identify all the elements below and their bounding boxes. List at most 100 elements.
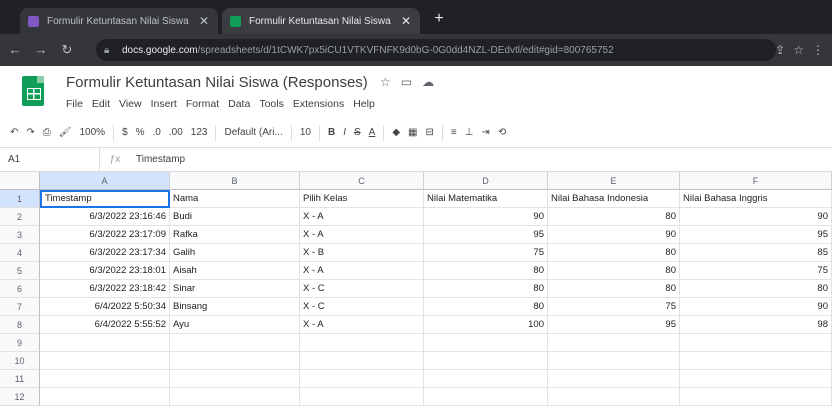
table-cell[interactable]: 75 xyxy=(548,298,680,316)
align-vertical-icon[interactable]: ⊥ xyxy=(465,127,474,138)
table-cell[interactable] xyxy=(548,334,680,352)
table-cell[interactable]: 95 xyxy=(424,226,548,244)
sheets-logo-icon[interactable] xyxy=(22,76,44,106)
table-cell[interactable]: X - C xyxy=(300,280,424,298)
menu-format[interactable]: Format xyxy=(186,98,219,110)
move-folder-icon[interactable]: ▭ xyxy=(401,75,412,89)
table-cell[interactable]: 6/3/2022 23:16:46 xyxy=(40,208,170,226)
table-cell[interactable]: X - A xyxy=(300,226,424,244)
table-cell[interactable] xyxy=(300,334,424,352)
header-cell[interactable]: Nilai Bahasa Inggris xyxy=(680,190,832,208)
table-cell[interactable]: 6/4/2022 5:50:34 xyxy=(40,298,170,316)
menu-data[interactable]: Data xyxy=(228,98,250,110)
row-header-9[interactable]: 9 xyxy=(0,334,40,352)
row-header-3[interactable]: 3 xyxy=(0,226,40,244)
row-header-1[interactable]: 1 xyxy=(0,190,40,208)
table-cell[interactable]: Budi xyxy=(170,208,300,226)
table-cell[interactable]: 80 xyxy=(548,244,680,262)
paint-format-icon[interactable]: 🖌︎ xyxy=(59,127,72,138)
header-cell[interactable]: Nama xyxy=(170,190,300,208)
header-cell[interactable]: Pilih Kelas xyxy=(300,190,424,208)
table-cell[interactable]: 6/3/2022 23:18:42 xyxy=(40,280,170,298)
text-wrap-icon[interactable]: ⇥ xyxy=(481,127,489,138)
column-header-d[interactable]: D xyxy=(424,172,548,190)
table-cell[interactable]: 90 xyxy=(680,208,832,226)
row-header-11[interactable]: 11 xyxy=(0,370,40,388)
row-header-2[interactable]: 2 xyxy=(0,208,40,226)
table-cell[interactable] xyxy=(300,370,424,388)
row-header-7[interactable]: 7 xyxy=(0,298,40,316)
table-cell[interactable] xyxy=(40,388,170,406)
select-all-corner[interactable] xyxy=(0,172,40,190)
fill-color-icon[interactable]: ◆ xyxy=(392,127,400,138)
table-cell[interactable]: Galih xyxy=(170,244,300,262)
table-cell[interactable] xyxy=(40,352,170,370)
menu-edit[interactable]: Edit xyxy=(92,98,110,110)
row-header-12[interactable]: 12 xyxy=(0,388,40,406)
table-cell[interactable] xyxy=(548,388,680,406)
row-header-4[interactable]: 4 xyxy=(0,244,40,262)
table-cell[interactable]: 80 xyxy=(424,298,548,316)
table-cell[interactable]: 98 xyxy=(680,316,832,334)
column-header-f[interactable]: F xyxy=(680,172,832,190)
table-cell[interactable]: Ayu xyxy=(170,316,300,334)
table-cell[interactable]: 80 xyxy=(424,262,548,280)
table-cell[interactable] xyxy=(548,352,680,370)
spreadsheet-grid[interactable]: A B C D E F 1 2 3 4 5 6 7 8 9 10 11 12 Timestamp Nama Pilih … xyxy=(0,172,832,409)
text-rotation-icon[interactable]: ⟲ xyxy=(498,127,506,138)
column-header-a[interactable]: A xyxy=(40,172,170,190)
undo-icon[interactable]: ↶ xyxy=(10,127,18,138)
address-bar[interactable]: 🔒︎ docs.google.com/spreadsheets/d/1tCWK7… xyxy=(96,39,776,61)
table-cell[interactable]: X - A xyxy=(300,316,424,334)
menu-view[interactable]: View xyxy=(119,98,142,110)
column-header-e[interactable]: E xyxy=(548,172,680,190)
table-cell[interactable] xyxy=(424,370,548,388)
table-cell[interactable] xyxy=(170,370,300,388)
forward-icon[interactable]: → xyxy=(30,39,52,61)
table-cell[interactable]: 75 xyxy=(424,244,548,262)
percent-button[interactable]: % xyxy=(136,127,145,138)
row-header-5[interactable]: 5 xyxy=(0,262,40,280)
merge-cells-icon[interactable]: ⊟ xyxy=(425,127,433,138)
table-cell[interactable] xyxy=(424,388,548,406)
text-color-button[interactable]: A xyxy=(369,127,376,138)
table-cell[interactable]: 85 xyxy=(680,244,832,262)
new-tab-button[interactable]: + xyxy=(430,10,448,28)
table-cell[interactable] xyxy=(300,352,424,370)
table-cell[interactable]: 6/3/2022 23:17:34 xyxy=(40,244,170,262)
table-cell[interactable]: 80 xyxy=(548,208,680,226)
table-cell[interactable]: 90 xyxy=(424,208,548,226)
menu-tools[interactable]: Tools xyxy=(259,98,284,110)
share-icon[interactable]: ⇪ xyxy=(775,39,785,61)
align-horizontal-icon[interactable]: ≡ xyxy=(451,127,457,138)
table-cell[interactable] xyxy=(548,370,680,388)
table-cell[interactable]: 6/3/2022 23:18:01 xyxy=(40,262,170,280)
back-icon[interactable]: ← xyxy=(4,39,26,61)
italic-button[interactable]: I xyxy=(343,127,346,138)
star-icon[interactable]: ☆ xyxy=(793,39,804,61)
redo-icon[interactable]: ↷ xyxy=(26,127,34,138)
row-header-10[interactable]: 10 xyxy=(0,352,40,370)
print-icon[interactable]: ⎙ xyxy=(43,127,51,138)
close-icon[interactable]: ✕ xyxy=(400,14,412,28)
font-size-select[interactable]: 10 xyxy=(300,127,311,138)
table-cell[interactable]: 95 xyxy=(548,316,680,334)
number-format-button[interactable]: 123 xyxy=(191,127,208,138)
close-icon[interactable]: ✕ xyxy=(198,14,210,28)
table-cell[interactable]: X - A xyxy=(300,208,424,226)
strikethrough-button[interactable]: S xyxy=(354,127,361,138)
table-cell[interactable] xyxy=(170,352,300,370)
table-cell[interactable]: 95 xyxy=(680,226,832,244)
table-cell[interactable]: Aisah xyxy=(170,262,300,280)
table-cell[interactable]: 90 xyxy=(680,298,832,316)
table-cell[interactable]: 90 xyxy=(548,226,680,244)
document-title[interactable]: Formulir Ketuntasan Nilai Siswa (Respons… xyxy=(66,74,368,91)
browser-tab-1[interactable]: Formulir Ketuntasan Nilai Siswa ✕ xyxy=(20,8,218,34)
row-header-6[interactable]: 6 xyxy=(0,280,40,298)
reload-icon[interactable]: ↻ xyxy=(56,39,78,61)
table-cell[interactable]: 6/3/2022 23:17:09 xyxy=(40,226,170,244)
header-cell[interactable]: Timestamp xyxy=(40,190,170,208)
font-select[interactable]: Default (Ari... xyxy=(224,127,282,138)
table-cell[interactable] xyxy=(40,334,170,352)
column-header-b[interactable]: B xyxy=(170,172,300,190)
